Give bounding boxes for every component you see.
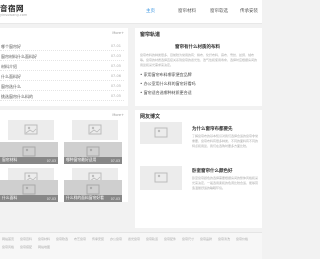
image-icon — [24, 124, 38, 135]
list-item[interactable]: 窗帘选什么 07-05 — [0, 82, 124, 91]
footer-link[interactable]: 窗帘风格 — [2, 245, 14, 249]
nav-install[interactable]: 传承安装 — [240, 8, 258, 14]
list-item[interactable]: 窗帘材料什么面料好 07-03 — [0, 52, 124, 61]
footer-link[interactable]: 窗帘材料 — [38, 237, 50, 241]
blog-sidebar: 网友博文 为什么窗帘布都要先 了解窗帘布的基本知识对我们选择合适的窗帘非常重要，… — [135, 110, 262, 228]
footer-link[interactable]: 窗帘清洗 — [218, 237, 230, 241]
list-item-date: 07-05 — [110, 64, 121, 68]
image-icon — [88, 124, 102, 135]
nav-home[interactable]: 主页 — [146, 8, 155, 14]
list-item-date: 07-06 — [110, 74, 121, 78]
nav-materials[interactable]: 窗帘材料 — [178, 8, 196, 14]
featured-title[interactable]: 窗帘有什么材质的布料 — [175, 44, 220, 50]
image-placeholder — [140, 166, 182, 190]
list-item[interactable]: 材料介绍 07-05 — [0, 62, 124, 71]
footer-link[interactable]: 网站地图 — [38, 245, 50, 249]
site-footer: 网站首页 窗帘百科 窗帘材料 窗帘软选 布艺窗帘 传承安装 办公窗帘 遮光窗帘 … — [0, 232, 262, 259]
featured-link[interactable]: • 办公室用什么样的窗帘好看吗 — [140, 81, 196, 87]
blog-article-title[interactable]: 为什么窗帘布都要先 — [192, 126, 233, 132]
gallery-caption[interactable]: 什么样的面料窗帘好看 — [66, 195, 104, 201]
footer-link[interactable]: 办公窗帘 — [110, 237, 122, 241]
gallery-item[interactable]: 什么面料 07-03 — [0, 180, 58, 202]
list-item-title[interactable]: 挑选窗帘什么料的 — [1, 94, 33, 100]
gallery-caption[interactable]: 什么面料 — [2, 195, 17, 201]
image-placeholder — [8, 120, 54, 140]
list-item-title[interactable]: 窗帘选什么 — [1, 84, 21, 90]
footer-link[interactable]: 窗帘搭配 — [20, 245, 32, 249]
list-item-title[interactable]: 材料介绍 — [1, 64, 17, 70]
list-item-title[interactable]: 哪个窗帘好 — [1, 44, 21, 50]
blog-article-title[interactable]: 卧室窗帘什么颜色好 — [192, 168, 233, 174]
list-item[interactable]: 哪个窗帘好 07-01 — [0, 42, 124, 51]
list-item-date: 07-05 — [110, 84, 121, 88]
site-logo-subtitle: yinsuwang.com — [0, 13, 28, 17]
featured-section-title: 窗帘轨道 — [140, 32, 161, 38]
footer-link[interactable]: 窗帘品牌 — [200, 237, 212, 241]
list-item-date: 07-03 — [110, 54, 121, 58]
list-item[interactable]: 什么面料好 07-06 — [0, 72, 124, 81]
gallery-more-link[interactable]: More+ — [112, 113, 124, 117]
image-icon — [154, 172, 168, 183]
list-item-title[interactable]: 窗帘材料什么面料好 — [1, 54, 37, 60]
list-item[interactable]: 挑选窗帘什么料的 07-05 — [0, 92, 124, 101]
list-item-date: 07-05 — [110, 94, 121, 98]
image-icon — [154, 127, 168, 138]
nav-selection[interactable]: 窗帘软选 — [210, 8, 228, 14]
image-placeholder — [72, 120, 118, 140]
footer-link[interactable]: 遮光窗帘 — [128, 237, 140, 241]
gallery-date: 07-03 — [110, 159, 120, 163]
gallery-item[interactable]: 什么样的面料窗帘好看 07-03 — [64, 180, 122, 202]
gallery-date: 07-03 — [110, 197, 120, 201]
footer-link[interactable]: 布艺窗帘 — [74, 237, 86, 241]
blog-article-text: 了解窗帘布的基本知识对我们选择合适的窗帘非常重要，窗帘布料有很多种类，不同的面料… — [192, 134, 258, 148]
featured-paragraph: 窗帘布料的种类很多，目前较为常用的有：棉布、化纤布料、麻布、雪纺、丝绸、绒布等。… — [140, 53, 258, 67]
gallery-date: 07-03 — [46, 159, 56, 163]
footer-link[interactable]: 窗帘软选 — [56, 237, 68, 241]
featured-article: 窗帘轨道 窗帘有什么材质的布料 窗帘布料的种类很多，目前较为常用的有：棉布、化纤… — [135, 28, 262, 106]
gallery-item[interactable]: 哪种窗帘最好适用 07-03 — [64, 142, 122, 164]
list-item-title[interactable]: 什么面料好 — [1, 74, 21, 80]
image-placeholder — [140, 122, 182, 144]
list-item-date: 07-01 — [110, 44, 121, 48]
featured-link[interactable]: • 窗帘适合选哪种材质更合适 — [140, 90, 192, 96]
footer-link[interactable]: 窗帘尺寸 — [182, 237, 194, 241]
footer-link[interactable]: 窗帘价格 — [236, 237, 248, 241]
blog-section-title: 网友博文 — [140, 114, 161, 120]
gallery-caption[interactable]: 窗帘材料 — [2, 157, 17, 163]
blog-article-text: 卧室窗帘颜色的选择需要根据房间的整体风格和采光来决定，一般选用柔和的色调比较合适… — [192, 176, 258, 190]
footer-link[interactable]: 传承安装 — [92, 237, 104, 241]
gallery-date: 07-03 — [46, 197, 56, 201]
gallery-caption[interactable]: 哪种窗帘最好适用 — [66, 157, 96, 163]
footer-link[interactable]: 窗帘轨道 — [146, 237, 158, 241]
article-list: More+ 哪个窗帘好 07-01 窗帘材料什么面料好 07-03 材料介绍 0… — [0, 28, 128, 106]
footer-link[interactable]: 网站首页 — [2, 237, 14, 241]
footer-link[interactable]: 窗帘配件 — [164, 237, 176, 241]
site-header: 音宿网 yinsuwang.com 主页 窗帘材料 窗帘软选 传承安装 — [0, 0, 262, 24]
image-gallery: More+ 窗帘材料 07-03 哪种窗帘最好适用 07-03 什么面料 07-… — [0, 110, 128, 202]
list-more-link[interactable]: More+ — [112, 31, 124, 35]
footer-link[interactable]: 窗帘百科 — [20, 237, 32, 241]
gallery-item[interactable]: 窗帘材料 07-03 — [0, 142, 58, 164]
featured-link[interactable]: • 家用窗帘布料哪家便宜品牌 — [140, 72, 192, 78]
